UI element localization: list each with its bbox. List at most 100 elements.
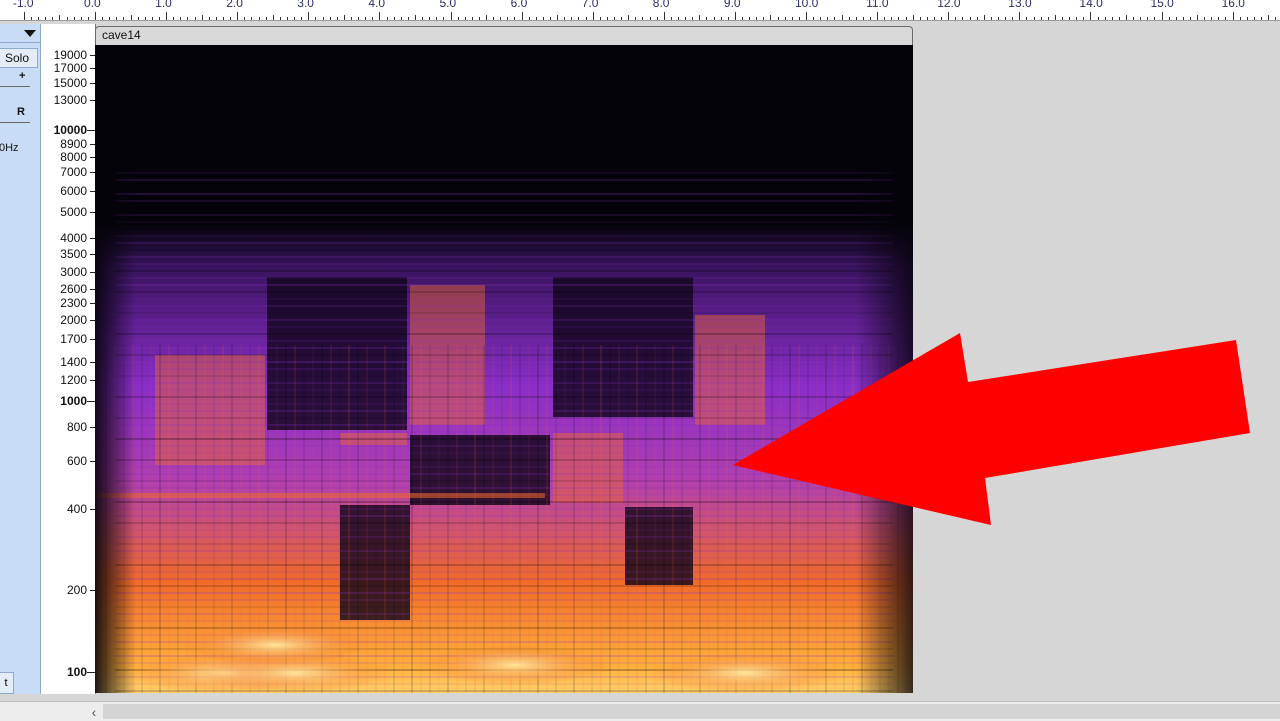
timeline-tick — [877, 12, 879, 20]
timeline-minor-tick — [1076, 17, 1078, 20]
timeline-minor-tick — [983, 15, 985, 20]
spectrogram-edge-fade — [95, 45, 913, 693]
timeline-minor-tick — [564, 17, 566, 20]
timeline-minor-tick — [1069, 17, 1071, 20]
timeline-minor-tick — [1026, 17, 1028, 20]
timeline-minor-tick — [486, 15, 488, 20]
timeline-minor-tick — [869, 17, 871, 20]
timeline-minor-tick — [279, 17, 281, 20]
frequency-label: 800 — [66, 420, 87, 435]
frequency-label: 15000 — [53, 75, 87, 90]
timeline-minor-tick — [244, 17, 246, 20]
timeline-label: 14.0 — [1079, 0, 1103, 10]
gain-slider[interactable] — [0, 86, 30, 87]
select-button[interactable]: t — [0, 672, 14, 694]
timeline-minor-tick — [80, 17, 82, 20]
timeline-minor-tick — [386, 17, 388, 20]
timeline-minor-tick — [756, 17, 758, 20]
timeline-minor-tick — [884, 17, 886, 20]
timeline-tick — [166, 12, 168, 20]
timeline-tick — [948, 12, 950, 20]
timeline-label: 16.0 — [1221, 0, 1245, 10]
timeline-minor-tick — [1133, 17, 1135, 20]
timeline-minor-tick — [365, 17, 367, 20]
pan-slider[interactable] — [0, 122, 30, 123]
timeline-minor-tick — [976, 17, 978, 20]
timeline-minor-tick — [322, 17, 324, 20]
timeline-tick — [734, 12, 736, 20]
timeline-minor-tick — [827, 17, 829, 20]
timeline-minor-tick — [1040, 17, 1042, 20]
frequency-label: 400 — [66, 501, 87, 516]
timeline-minor-tick — [272, 15, 274, 20]
timeline-minor-tick — [855, 17, 857, 20]
timeline-label: 15.0 — [1150, 0, 1174, 10]
timeline-minor-tick — [1005, 17, 1007, 20]
frequency-label: 8000 — [60, 149, 87, 164]
timeline-minor-tick — [1104, 17, 1106, 20]
scrollbar-thumb[interactable] — [103, 704, 1280, 719]
timeline-minor-tick — [535, 17, 537, 20]
timeline-tick — [806, 12, 807, 20]
timeline-tick — [592, 12, 594, 20]
timeline-minor-tick — [1189, 17, 1191, 20]
frequency-label: 3000 — [60, 265, 87, 279]
timeline-minor-tick — [436, 17, 438, 20]
timeline-ruler[interactable]: -1.0 0.0 1.0 2.0 3.0 4.0 5.0 6.0 7.0 8.0 9.0 10.0 11… — [0, 0, 1280, 21]
solo-button[interactable]: Solo — [0, 48, 38, 68]
timeline-minor-tick — [1061, 17, 1063, 20]
timeline-minor-tick — [500, 17, 502, 20]
timeline-minor-tick — [578, 17, 580, 20]
timeline-minor-tick — [670, 17, 672, 20]
timeline-minor-tick — [230, 17, 232, 20]
timeline-minor-tick — [194, 17, 196, 20]
timeline-minor-tick — [1033, 17, 1035, 20]
timeline-label: 1.0 — [155, 0, 172, 10]
frequency-label: 19000 — [53, 48, 87, 62]
timeline-minor-tick — [713, 17, 715, 20]
timeline-minor-tick — [116, 17, 118, 20]
timeline-minor-tick — [606, 17, 608, 20]
timeline-label: 4.0 — [368, 0, 386, 10]
timeline-minor-tick — [621, 17, 623, 20]
timeline-minor-tick — [1111, 17, 1113, 20]
frequency-label: 200 — [66, 583, 87, 598]
timeline-minor-tick — [699, 15, 701, 20]
timeline-minor-tick — [862, 17, 864, 20]
timeline-minor-tick — [1239, 17, 1241, 20]
timeline-minor-tick — [471, 17, 473, 20]
timeline-minor-tick — [685, 17, 687, 20]
timeline-minor-tick — [158, 17, 160, 20]
timeline-minor-tick — [706, 17, 708, 20]
dropdown-arrow-icon[interactable] — [24, 30, 36, 37]
frequency-label: 1200 — [60, 372, 87, 387]
timeline-label: 12.0 — [937, 0, 961, 10]
timeline-minor-tick — [222, 17, 224, 20]
clip-header[interactable]: cave14 — [95, 26, 913, 45]
scroll-left-icon[interactable]: ‹ — [86, 703, 102, 720]
timeline-minor-tick — [905, 17, 907, 20]
timeline-label: 11.0 — [866, 0, 889, 10]
spectrogram-view[interactable] — [95, 45, 913, 693]
track-menu-bar[interactable] — [0, 24, 40, 43]
frequency-label: 5000 — [60, 204, 87, 219]
timeline-minor-tick — [599, 17, 601, 20]
timeline-minor-tick — [969, 17, 971, 20]
timeline-tick — [308, 12, 310, 20]
timeline-minor-tick — [258, 17, 260, 20]
timeline-minor-tick — [1147, 17, 1149, 20]
timeline-minor-tick — [358, 17, 360, 20]
timeline-minor-tick — [1054, 15, 1056, 20]
horizontal-scrollbar[interactable]: ‹ — [0, 701, 1280, 721]
timeline-minor-tick — [1047, 17, 1049, 20]
timeline-minor-tick — [933, 17, 935, 20]
timeline-minor-tick — [393, 17, 395, 20]
timeline-minor-tick — [919, 17, 921, 20]
timeline-minor-tick — [1118, 17, 1120, 20]
frequency-tick — [87, 671, 95, 673]
timeline-minor-tick — [109, 17, 111, 20]
timeline-minor-tick — [798, 17, 800, 20]
timeline-minor-tick — [1083, 17, 1085, 20]
timeline-minor-tick — [215, 17, 217, 20]
timeline-minor-tick — [1175, 17, 1177, 20]
